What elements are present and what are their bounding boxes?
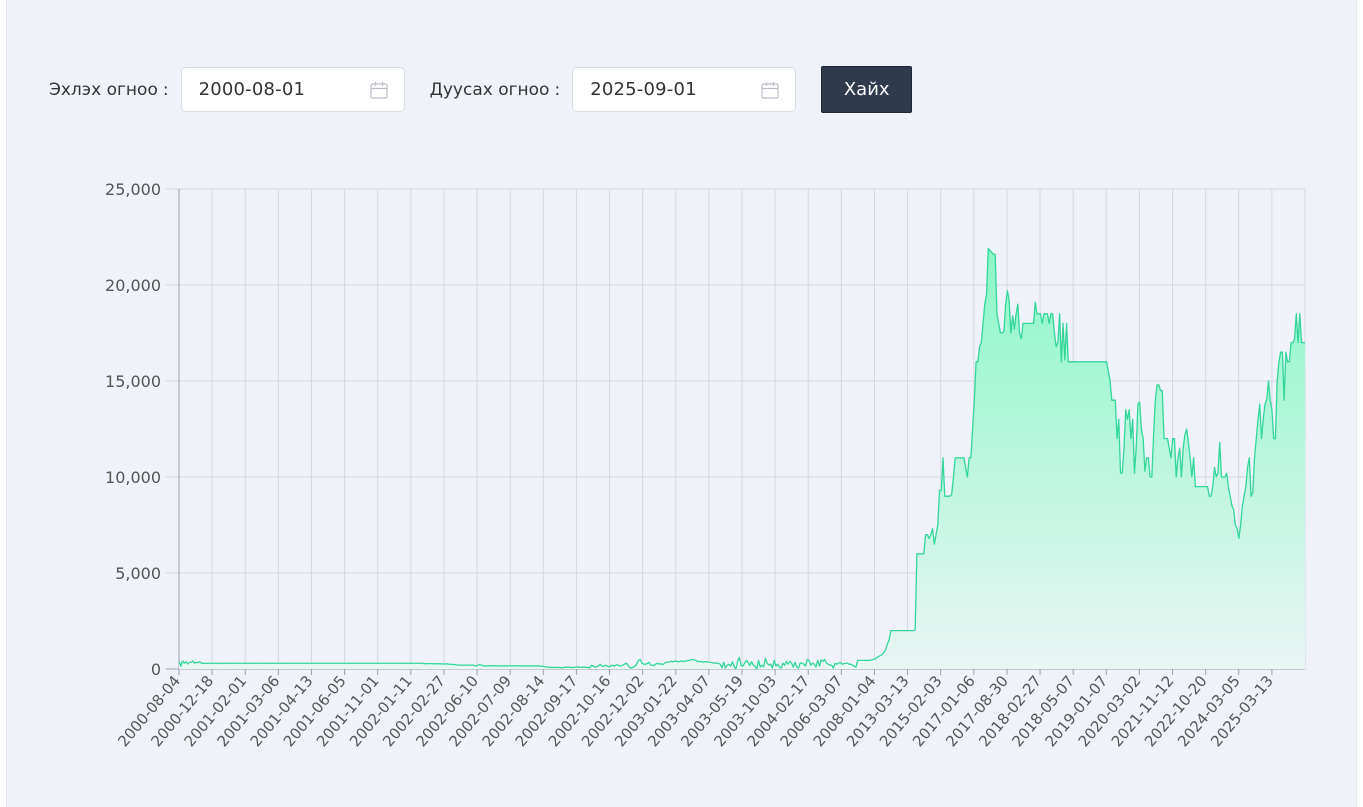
y-tick-label: 15,000 — [105, 372, 161, 391]
y-tick-label: 25,000 — [105, 180, 161, 199]
price-chart: 05,00010,00015,00020,00025,0002000-08-04… — [105, 180, 1306, 750]
y-tick-label: 10,000 — [105, 468, 161, 487]
y-tick-label: 20,000 — [105, 276, 161, 295]
y-tick-label: 0 — [151, 660, 161, 679]
y-tick-label: 5,000 — [115, 564, 161, 583]
